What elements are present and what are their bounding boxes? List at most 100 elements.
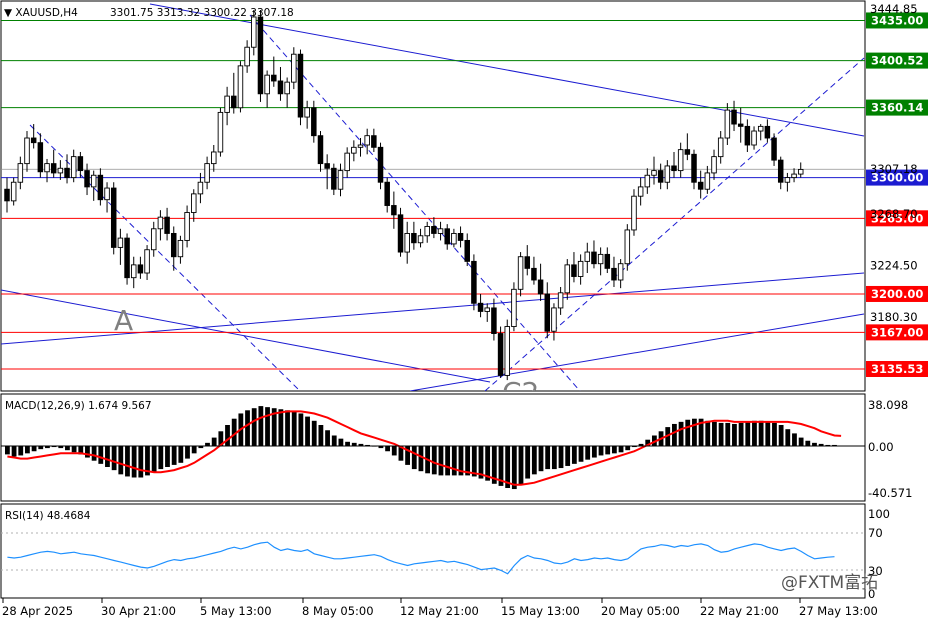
macd-bar-0 xyxy=(5,446,10,455)
macd-bar-108 xyxy=(725,422,731,446)
time-label-2: 5 May 13:00 xyxy=(200,604,272,618)
candle-90 xyxy=(604,253,611,269)
macd-bar-109 xyxy=(732,423,737,446)
candle-23 xyxy=(157,216,164,230)
macd-bar-16 xyxy=(111,446,117,471)
candle-56 xyxy=(377,146,384,183)
candle-96 xyxy=(644,174,651,188)
candle-113 xyxy=(757,125,764,132)
macd-bar-47 xyxy=(318,425,324,446)
macd-bar-76 xyxy=(511,446,517,490)
rsi-label: RSI(14) 48.4684 xyxy=(5,510,91,522)
candle-106 xyxy=(711,156,717,174)
macd-bar-3 xyxy=(25,446,30,454)
macd-bar-93 xyxy=(625,446,631,451)
macd-bar-86 xyxy=(578,446,584,462)
time-label-8: 27 May 13:00 xyxy=(799,604,878,618)
macd-bar-100 xyxy=(672,423,677,446)
level-tag-7: 3135.53 xyxy=(871,362,923,376)
macd-bar-80 xyxy=(538,446,544,472)
macd-bar-31 xyxy=(211,437,217,446)
candle-49 xyxy=(331,167,337,190)
candle-48 xyxy=(324,163,330,169)
candle-82 xyxy=(551,307,557,332)
fxtm-watermark: @FXTM富拓 xyxy=(781,573,878,593)
macd-bar-10 xyxy=(71,446,77,453)
macd-bar-91 xyxy=(611,446,617,454)
candle-117 xyxy=(784,177,791,183)
candle-65 xyxy=(437,228,444,234)
candle-72 xyxy=(484,307,490,312)
candle-105 xyxy=(704,172,711,190)
candle-88 xyxy=(591,251,597,265)
candle-103 xyxy=(691,153,697,183)
macd-bar-20 xyxy=(138,446,144,478)
candle-58 xyxy=(391,205,397,216)
candle-61 xyxy=(411,232,417,244)
candle-66 xyxy=(444,228,450,245)
macd-bar-81 xyxy=(545,446,551,470)
price-label-4: 3180.30 xyxy=(870,310,918,324)
candle-68 xyxy=(457,232,464,241)
price-axis-labels: 3444.85 3307.18 3268.70 3224.50 3180.30 xyxy=(870,2,918,324)
candle-118 xyxy=(791,173,797,179)
candle-5 xyxy=(37,142,44,173)
candle-74 xyxy=(497,333,504,376)
macd-bar-39 xyxy=(265,407,270,446)
candle-16 xyxy=(110,187,117,248)
macd-bar-70 xyxy=(471,446,477,477)
macd-bar-112 xyxy=(752,420,757,446)
macd-bar-24 xyxy=(165,446,170,467)
candle-97 xyxy=(651,170,657,176)
macd-bar-1 xyxy=(11,446,17,457)
candle-46 xyxy=(311,107,317,137)
candle-114 xyxy=(764,125,771,139)
candle-102 xyxy=(684,149,691,155)
candle-55 xyxy=(371,135,377,148)
macd-bar-62 xyxy=(418,446,424,472)
candle-17 xyxy=(117,237,124,248)
macd-bar-33 xyxy=(225,425,230,446)
trading-chart[interactable]: 3435.003400.523360.143300.003265.003200.… xyxy=(0,0,936,624)
candle-94 xyxy=(631,195,637,231)
candle-9 xyxy=(64,167,70,179)
candle-0 xyxy=(4,188,10,202)
macd-bar-38 xyxy=(258,406,264,446)
macd-bar-45 xyxy=(305,416,310,446)
candle-20 xyxy=(137,264,144,274)
macd-bar-65 xyxy=(438,446,444,476)
candle-1 xyxy=(10,181,17,202)
rsi-panel[interactable] xyxy=(0,503,866,599)
candle-31 xyxy=(211,151,217,165)
macd-bar-89 xyxy=(598,446,604,456)
candle-11 xyxy=(77,156,84,172)
candle-43 xyxy=(291,53,297,83)
candle-50 xyxy=(337,170,344,190)
candle-99 xyxy=(664,165,671,183)
ohlc-values: 3301.75 3313.32 3300.22 3307.18 xyxy=(110,7,294,19)
time-axis: 28 Apr 2025 30 Apr 21:00 5 May 13:00 8 May … xyxy=(2,598,878,618)
level-tag-5: 3200.00 xyxy=(871,287,923,301)
macd-bar-26 xyxy=(178,446,184,463)
candle-83 xyxy=(557,292,564,309)
macd-bar-92 xyxy=(618,446,624,453)
macd-bar-111 xyxy=(745,421,751,446)
candle-100 xyxy=(671,165,677,172)
candle-34 xyxy=(231,95,237,109)
candle-19 xyxy=(130,264,137,279)
price-label-3: 3224.50 xyxy=(870,258,918,272)
candle-4 xyxy=(30,137,37,144)
candle-26 xyxy=(177,239,184,258)
time-label-0: 28 Apr 2025 xyxy=(2,604,73,618)
candle-79 xyxy=(531,267,537,281)
rsi-axis-100: 100 xyxy=(868,507,890,521)
macd-bar-41 xyxy=(278,409,284,446)
candle-111 xyxy=(744,125,751,146)
macd-bar-101 xyxy=(678,421,684,446)
candle-104 xyxy=(697,181,704,190)
candle-112 xyxy=(751,130,757,146)
macd-bar-79 xyxy=(531,446,537,475)
candle-77 xyxy=(517,256,524,290)
macd-bar-2 xyxy=(18,446,24,456)
macd-bar-114 xyxy=(765,421,771,446)
